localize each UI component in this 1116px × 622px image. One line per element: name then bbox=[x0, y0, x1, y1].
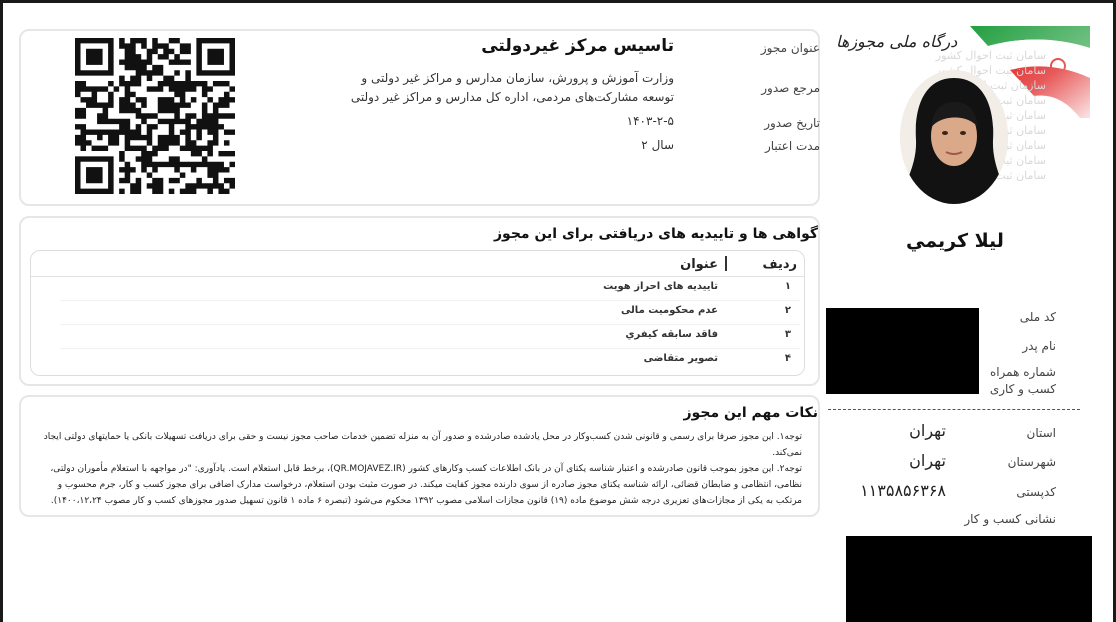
city-value: تهران bbox=[909, 451, 946, 470]
table-row-title: فاقد سابقه کیفري bbox=[625, 329, 718, 340]
license-title-label: عنوان مجوز bbox=[760, 41, 820, 55]
issue-date-value: ۱۴۰۳-۲-۵ bbox=[626, 114, 674, 128]
table-row-title: تصویر متقاضی bbox=[643, 353, 718, 364]
issue-date-label: تاریخ صدور bbox=[764, 116, 820, 130]
license-title: تاسیس مرکز غیردولتی bbox=[481, 36, 674, 56]
notes-body: توجه۱. این مجوز صرفا برای رسمی و قانونی … bbox=[32, 429, 802, 509]
brand-logo: درگاه ملی مجوزها bbox=[836, 32, 958, 51]
person-name: ليلا کريمي bbox=[906, 230, 1004, 252]
province-label: استان bbox=[1026, 426, 1056, 440]
mobile-label: شماره همراه کسب و کاری bbox=[989, 365, 1056, 396]
table-header-divider bbox=[31, 276, 804, 277]
row-divider bbox=[60, 300, 800, 301]
table-row-title: تاییدیه های احراز هویت bbox=[603, 281, 718, 292]
issuer-value: وزارت آموزش و پرورش، سازمان مدارس و مراک… bbox=[350, 71, 674, 104]
certificates-title: گواهی ها و تاییدیه های دریافتی برای این … bbox=[493, 226, 818, 242]
father-name-label: نام پدر bbox=[1022, 339, 1056, 353]
national-code-label: کد ملی bbox=[1019, 310, 1056, 324]
postal-code-value: ۱۱۳۵۸۵۶۳۶۸ bbox=[860, 481, 946, 500]
issuer-label: مرجع صدور bbox=[761, 81, 820, 95]
table-row-title: عدم محکومیت مالی bbox=[620, 305, 718, 316]
notes-title: نکات مهم این مجوز bbox=[683, 405, 818, 421]
postal-code-label: کدپستی bbox=[1016, 485, 1056, 499]
validity-value: ۲ سال bbox=[641, 138, 674, 152]
avatar bbox=[900, 70, 1008, 204]
column-header-row: ردیف bbox=[762, 257, 797, 272]
divider bbox=[828, 409, 1080, 410]
address-label: نشانی کسب و کار bbox=[964, 512, 1056, 526]
note-paragraph: توجه۱. این مجوز صرفا برای رسمی و قانونی … bbox=[43, 432, 802, 458]
row-divider bbox=[60, 324, 800, 325]
header-separator bbox=[725, 256, 727, 271]
column-header-title: عنوان bbox=[680, 257, 718, 272]
province-value: تهران bbox=[909, 421, 946, 440]
row-divider bbox=[60, 348, 800, 349]
city-label: شهرستان bbox=[1007, 455, 1056, 469]
redacted-personal-info bbox=[826, 308, 979, 394]
note-paragraph: توجه۲. این مجوز بموجب قانون صادرشده و اع… bbox=[50, 464, 802, 506]
redacted-address bbox=[846, 536, 1092, 622]
table-row-number: ۱ bbox=[784, 281, 791, 292]
table-row-number: ۲ bbox=[784, 305, 791, 316]
qr-code[interactable] bbox=[75, 38, 235, 194]
table-row-number: ۳ bbox=[784, 329, 791, 340]
table-row-number: ۴ bbox=[784, 353, 791, 364]
validity-label: مدت اعتبار bbox=[764, 139, 820, 153]
